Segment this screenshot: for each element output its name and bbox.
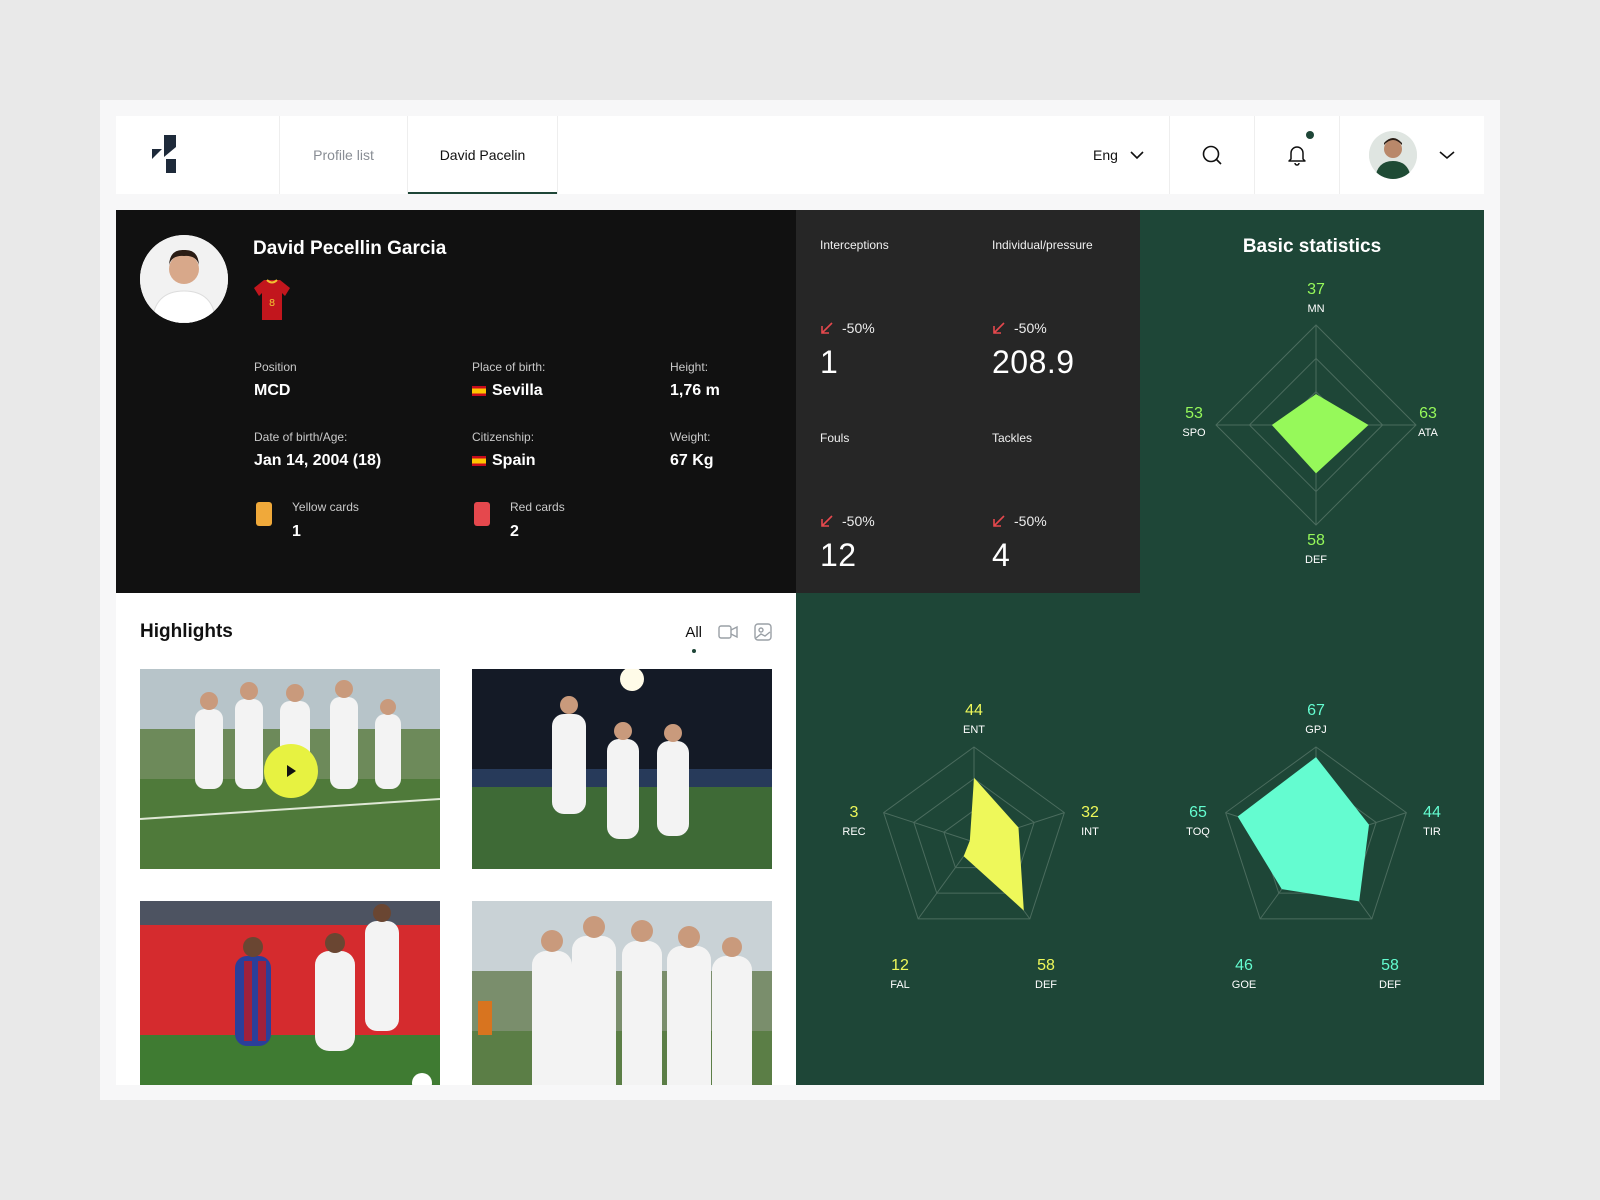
height-label: Height:	[670, 360, 709, 374]
player-profile-card: David Pecellin Garcia 8 Position MCD Pla…	[116, 210, 796, 593]
attack-axis-value: 65	[1189, 804, 1207, 821]
highlight-image-thumbnail[interactable]	[472, 669, 772, 869]
weight-value: 67 Kg	[670, 452, 714, 469]
spain-flag-icon	[472, 456, 486, 466]
position-value: MCD	[254, 382, 291, 399]
filter-all[interactable]: All	[685, 624, 702, 653]
basic-axis-label: SPO	[1182, 427, 1206, 439]
birthplace-value: Sevilla	[492, 382, 543, 399]
attack-axis-value: 44	[1423, 804, 1441, 821]
yellow-cards-value: 1	[292, 523, 301, 540]
highlight-image-thumbnail[interactable]	[472, 901, 772, 1085]
height-value: 1,76 m	[670, 382, 720, 399]
attack-axis-label: TIR	[1423, 826, 1441, 838]
search-icon	[1202, 145, 1222, 165]
attack-axis-label: TOQ	[1186, 826, 1210, 838]
highlight-image-thumbnail[interactable]	[140, 901, 440, 1085]
red-cards-label: Red cards	[510, 500, 565, 514]
dob-value: Jan 14, 2004 (18)	[254, 452, 382, 469]
defense-axis-value: 12	[891, 957, 909, 974]
play-icon	[287, 765, 296, 777]
weight-label: Weight:	[670, 430, 711, 444]
language-selector[interactable]: Eng	[1068, 116, 1170, 194]
player-name: David Pecellin Garcia	[253, 238, 447, 259]
red-card-icon	[474, 502, 490, 526]
position-label: Position	[254, 360, 297, 374]
basic-axis-value: 37	[1307, 281, 1325, 298]
defense-axis-label: ENT	[963, 724, 985, 736]
attr-position: Position MCD	[254, 360, 297, 400]
image-filter-icon[interactable]	[754, 623, 772, 641]
bell-icon	[1288, 146, 1306, 166]
header-spacer	[558, 116, 1068, 194]
notification-dot	[1306, 131, 1314, 139]
jersey-number: 8	[269, 298, 275, 309]
user-avatar	[1369, 131, 1417, 179]
attr-weight: Weight: 67 Kg	[670, 430, 714, 470]
red-cards-value: 2	[510, 523, 519, 540]
chevron-down-icon	[1130, 151, 1144, 160]
attack-axis-label: GPJ	[1305, 724, 1326, 736]
brand-logo-icon	[152, 135, 176, 173]
red-cards: Red cards 2	[474, 500, 565, 541]
basic-axis-value: 53	[1185, 405, 1203, 422]
user-menu[interactable]	[1340, 116, 1484, 194]
attr-height: Height: 1,76 m	[670, 360, 720, 400]
language-label: Eng	[1093, 147, 1118, 163]
defense-axis-label: DEF	[1035, 979, 1057, 991]
play-button[interactable]	[264, 744, 318, 798]
citizenship-row: Spain	[472, 452, 536, 470]
attr-citizenship: Citizenship: Spain	[472, 430, 536, 470]
logo[interactable]	[116, 116, 280, 194]
defense-axis-value: 3	[850, 804, 859, 821]
radar-charts: 37 MN 63 ATA 58 DEF 53 SPO 44 ENT 32 INT 58 DEF 12 FAL 3…	[842, 281, 1441, 991]
defense-axis-value: 58	[1037, 957, 1055, 974]
yellow-card-icon	[256, 502, 272, 526]
defense-axis-value: 32	[1081, 804, 1099, 821]
highlight-video-thumbnail[interactable]	[140, 669, 440, 869]
defense-radar-spoke	[883, 812, 975, 843]
yellow-cards: Yellow cards 1	[256, 500, 359, 541]
search-button[interactable]	[1170, 116, 1255, 194]
basic-axis-label: ATA	[1418, 427, 1438, 439]
defense-axis-label: INT	[1081, 826, 1099, 838]
attack-radar-area	[1237, 757, 1370, 902]
basic-axis-label: DEF	[1305, 554, 1327, 566]
basic-axis-value: 58	[1307, 532, 1325, 549]
yellow-cards-label: Yellow cards	[292, 500, 359, 514]
video-filter-icon[interactable]	[718, 624, 738, 640]
citizenship-label: Citizenship:	[472, 430, 535, 444]
attack-axis-label: DEF	[1379, 979, 1401, 991]
player-avatar	[140, 235, 228, 323]
birthplace-label: Place of birth:	[472, 360, 546, 374]
birthplace-row: Sevilla	[472, 382, 545, 400]
attack-axis-value: 67	[1307, 702, 1325, 719]
jersey-icon: 8	[252, 278, 292, 327]
attack-axis-label: GOE	[1232, 979, 1256, 991]
tab-david-pacelin[interactable]: David Pacelin	[408, 116, 558, 194]
citizenship-value: Spain	[492, 452, 536, 469]
basic-axis-value: 63	[1419, 405, 1437, 422]
basic-axis-label: MN	[1307, 303, 1324, 315]
highlights-section: Highlights All	[116, 593, 796, 1085]
defense-axis-label: FAL	[890, 979, 910, 991]
defense-radar-area	[963, 777, 1024, 911]
attack-axis-value: 58	[1381, 957, 1399, 974]
highlights-filters: All	[685, 623, 772, 653]
defense-axis-label: REC	[842, 826, 865, 838]
top-navbar: Profile list David Pacelin Eng	[116, 116, 1484, 194]
notifications-button[interactable]	[1255, 116, 1340, 194]
tab-profile-list[interactable]: Profile list	[280, 116, 408, 194]
attr-place-of-birth: Place of birth: Sevilla	[472, 360, 545, 400]
defense-axis-value: 44	[965, 702, 983, 719]
highlights-title: Highlights	[140, 621, 233, 642]
dob-label: Date of birth/Age:	[254, 430, 348, 444]
attack-axis-value: 46	[1235, 957, 1253, 974]
spain-flag-icon	[472, 386, 486, 396]
attr-date-of-birth: Date of birth/Age: Jan 14, 2004 (18)	[254, 430, 381, 470]
chevron-down-icon	[1439, 151, 1455, 160]
